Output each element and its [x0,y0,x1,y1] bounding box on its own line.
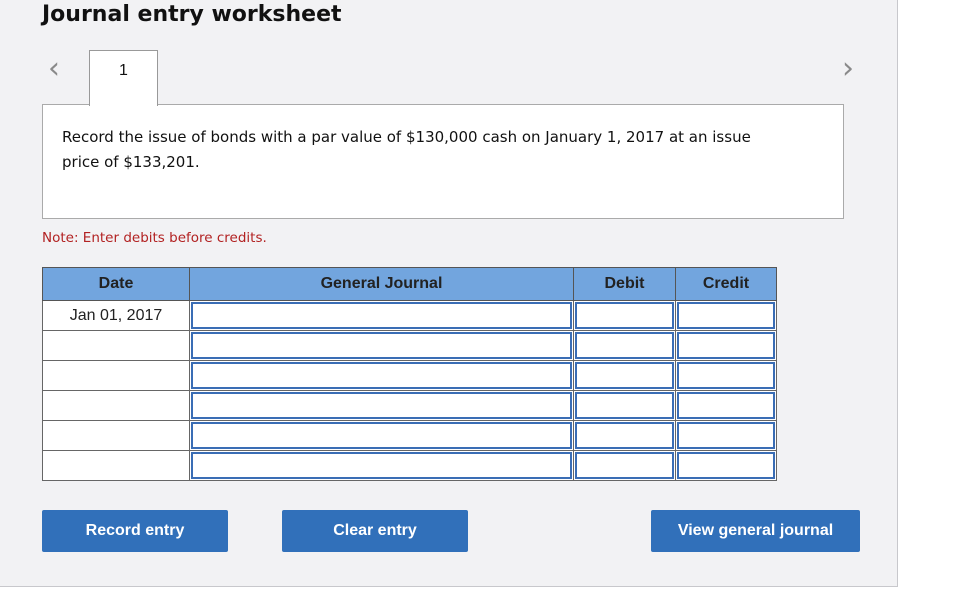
column-header-general-journal: General Journal [189,267,574,301]
account-input[interactable] [191,422,572,449]
credit-cell [675,420,777,451]
column-header-date: Date [42,267,190,301]
account-cell [189,360,574,391]
table-row [42,420,777,451]
credit-input[interactable] [677,422,775,449]
account-input[interactable] [191,392,572,419]
account-cell [189,420,574,451]
account-input[interactable] [191,452,572,479]
column-header-debit: Debit [573,267,676,301]
record-entry-button[interactable]: Record entry [42,510,228,552]
journal-table: Date General Journal Debit Credit Jan 01… [42,267,777,481]
table-row [42,450,777,481]
table-row [42,330,777,361]
credit-input[interactable] [677,362,775,389]
account-cell [189,300,574,331]
debit-cell [573,420,676,451]
question-text: Record the issue of bonds with a par val… [62,128,751,171]
credit-input[interactable] [677,452,775,479]
credit-cell [675,330,777,361]
account-input[interactable] [191,302,572,329]
account-cell [189,330,574,361]
tab-1[interactable]: 1 [89,50,158,106]
question-box: Record the issue of bonds with a par val… [42,104,844,219]
debit-input[interactable] [575,332,674,359]
debit-input[interactable] [575,422,674,449]
table-header-row: Date General Journal Debit Credit [42,267,777,301]
date-cell [42,360,190,391]
credit-input[interactable] [677,332,775,359]
column-header-credit: Credit [675,267,777,301]
debit-input[interactable] [575,452,674,479]
chevron-left-icon[interactable]: ‹ [42,54,66,84]
view-general-journal-button[interactable]: View general journal [651,510,860,552]
account-input[interactable] [191,362,572,389]
credit-input[interactable] [677,302,775,329]
credit-cell [675,390,777,421]
account-input[interactable] [191,332,572,359]
debit-cell [573,450,676,481]
date-cell [42,390,190,421]
debit-cell [573,390,676,421]
date-cell [42,330,190,361]
credit-cell [675,300,777,331]
debit-input[interactable] [575,302,674,329]
date-cell: Jan 01, 2017 [42,300,190,331]
worksheet-panel: Journal entry worksheet ‹ › 1 Record the… [0,0,898,587]
account-cell [189,450,574,481]
clear-entry-button[interactable]: Clear entry [282,510,468,552]
chevron-right-icon[interactable]: › [836,54,860,84]
debit-input[interactable] [575,362,674,389]
credit-cell [675,360,777,391]
table-row [42,390,777,421]
credit-cell [675,450,777,481]
date-cell [42,420,190,451]
date-cell [42,450,190,481]
account-cell [189,390,574,421]
debit-input[interactable] [575,392,674,419]
debit-cell [573,300,676,331]
table-row [42,360,777,391]
note-text: Note: Enter debits before credits. [42,230,267,246]
table-row: Jan 01, 2017 [42,300,777,331]
page-title: Journal entry worksheet [42,2,342,27]
credit-input[interactable] [677,392,775,419]
debit-cell [573,360,676,391]
debit-cell [573,330,676,361]
